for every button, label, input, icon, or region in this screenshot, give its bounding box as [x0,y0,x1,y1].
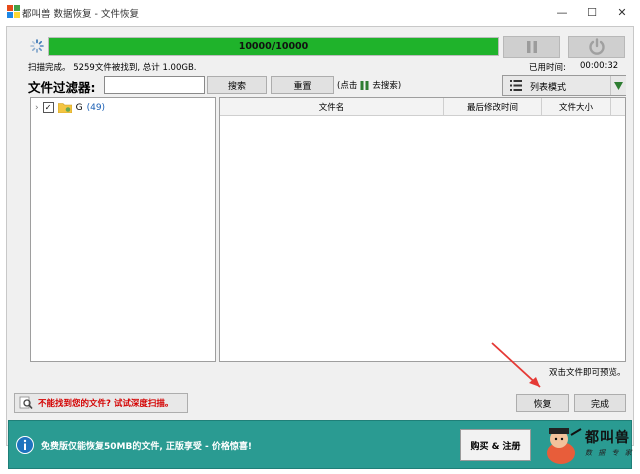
preview-hint: 双击文件即可预览。 [549,368,626,378]
dropdown-arrow-icon[interactable] [610,76,626,95]
column-header-modified[interactable]: 最后修改时间 [444,98,542,116]
minimize-button[interactable]: — [547,0,577,24]
hint-suffix: 去搜索) [372,81,402,91]
filter-label: 文件过滤器: [28,80,96,95]
stop-icon [588,38,605,55]
reset-button[interactable]: 重置 [271,76,334,94]
scan-status: 扫描完成。 5259文件被找到, 总计 1.00GB. [28,63,197,73]
progress-text: 10000/10000 [238,41,309,52]
tree-checkbox[interactable]: ✓ [42,102,54,113]
folder-tree: › ✓ G (49) [30,97,216,362]
maximize-button[interactable]: ☐ [577,0,607,24]
tree-item-drive[interactable]: › ✓ G (49) [35,102,105,113]
elapsed-label: 已用时间: [529,63,566,73]
elapsed-value: 00:00:32 [580,61,619,71]
close-button[interactable]: ✕ [607,0,637,24]
view-mode-label: 列表模式 [530,83,567,93]
spinner-icon [30,39,44,53]
title-bar: 都叫兽 数据恢复 - 文件恢复 — ☐ ✕ [0,0,640,24]
progress-bar: 10000/10000 [48,37,499,56]
logo-subtitle: 数 据 专 家 [585,449,634,457]
filter-input[interactable] [104,76,205,94]
deep-scan-button[interactable]: 不能找到您的文件? 试试深度扫描。 [14,393,188,413]
recover-button[interactable]: 恢复 [516,394,569,412]
pause-button[interactable] [503,36,560,58]
promo-banner: 免费版仅能恢复50MB的文件, 正版享受 - 价格惊喜! 购买 & 注册 都叫兽… [8,420,632,469]
column-header-filler [611,98,625,116]
list-icon [510,80,522,91]
buy-register-button[interactable]: 购买 & 注册 [460,429,531,461]
column-header-size[interactable]: 文件大小 [542,98,611,116]
stop-button[interactable] [568,36,625,58]
view-mode-dropdown[interactable]: 列表模式 [502,75,626,96]
magnifier-icon [19,396,33,410]
logo-text: 都叫兽 [585,430,630,446]
tree-count: (49) [86,102,106,113]
column-header-name[interactable]: 文件名 [220,98,444,116]
file-list: 文件名 最后修改时间 文件大小 [219,97,626,362]
expand-chevron-icon[interactable]: › [35,103,39,113]
mascot-icon [547,428,582,464]
window-title: 都叫兽 数据恢复 - 文件恢复 [22,9,139,20]
deep-scan-label: 不能找到您的文件? 试试深度扫描。 [38,399,174,409]
hint-pause-icon [360,80,369,90]
finish-button[interactable]: 完成 [574,394,626,412]
app-icon [7,5,20,18]
folder-icon [57,103,72,113]
search-button[interactable]: 搜索 [207,76,267,94]
hint-prefix: (点击 [337,81,358,91]
tree-drive-label: G [75,102,83,113]
annotation-arrow [491,342,541,388]
search-hint: (点击 去搜索) [337,79,401,91]
promo-text: 免费版仅能恢复50MB的文件, 正版享受 - 价格惊喜! [41,442,253,452]
brand-logo: 都叫兽 数 据 专 家 [539,423,634,467]
pause-icon [526,41,537,53]
info-icon [16,436,34,454]
